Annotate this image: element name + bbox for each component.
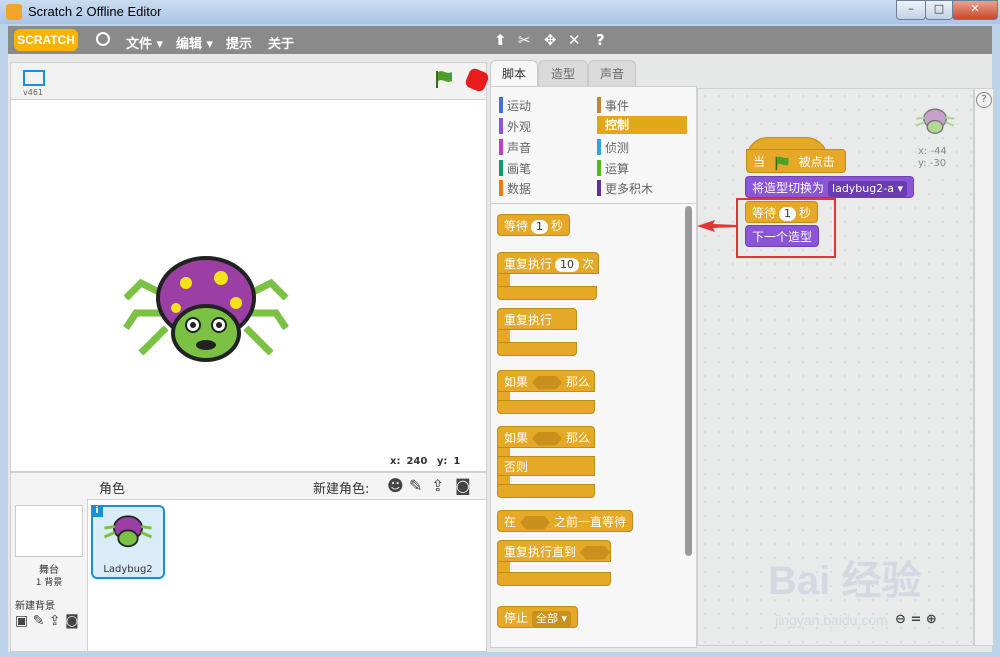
block-wait[interactable]: 等待 1 秒: [497, 214, 571, 236]
upload-sprite-icon[interactable]: ⇪: [431, 476, 444, 495]
block-repeat-until[interactable]: 重复执行直到: [497, 540, 611, 590]
backdrop-library-icon[interactable]: ▣: [15, 613, 28, 629]
scratch-logo[interactable]: SCRATCH: [14, 29, 78, 51]
palette-scrollbar[interactable]: [685, 206, 692, 556]
zoom-out-icon[interactable]: ⊖: [895, 612, 906, 627]
stage-backdrop-count: 1 背景: [35, 578, 63, 588]
sprite-thumb-ladybug: [103, 515, 153, 548]
category-operators[interactable]: 运算: [597, 160, 629, 177]
category-looks[interactable]: 外观: [499, 118, 531, 135]
grow-tool-icon[interactable]: ✥: [544, 31, 557, 49]
sprite-thumbnail[interactable]: i Ladybug2: [91, 505, 165, 579]
stage-header: v461: [11, 63, 491, 100]
info-icon[interactable]: i: [91, 505, 103, 517]
upload-backdrop-icon[interactable]: ⇪: [49, 613, 61, 629]
window-title-bar: Scratch 2 Offline Editor – □ ✕: [0, 0, 1000, 24]
block-if-else[interactable]: 如果 那么 否则: [497, 426, 597, 502]
camera-backdrop-icon[interactable]: ◙: [65, 613, 79, 629]
current-sprite-icon: [915, 108, 955, 134]
stage-thumbnail[interactable]: [15, 505, 83, 557]
tab-costumes[interactable]: 造型: [538, 60, 588, 87]
close-button[interactable]: ✕: [952, 0, 998, 20]
new-sprite-label: 新建角色:: [313, 482, 370, 497]
category-more-blocks[interactable]: 更多积木: [597, 180, 653, 197]
new-backdrop-icons: ▣ ✎ ⇪ ◙: [15, 613, 79, 629]
version-label: v461: [23, 88, 44, 97]
help-icon[interactable]: ?: [976, 92, 992, 108]
block-palette: 运动 外观 声音 画笔 数据 事件 控制 侦测 运算 更多积木 等待 1 秒 重复执…: [490, 86, 697, 648]
stage-name: 舞台: [39, 565, 59, 576]
script-hat-flag-clicked[interactable]: 当 被点击: [746, 137, 846, 175]
language-globe-icon[interactable]: [96, 32, 110, 46]
stage[interactable]: v461: [10, 62, 491, 472]
help-sidebar: ?: [974, 88, 994, 646]
block-wait-until[interactable]: 在之前一直等待: [497, 510, 634, 532]
category-sensing[interactable]: 侦测: [597, 139, 629, 156]
block-repeat[interactable]: 重复执行 10 次: [497, 252, 599, 304]
sprites-title: 角色: [99, 482, 126, 497]
zoom-in-icon[interactable]: ⊕: [926, 612, 937, 627]
block-stop[interactable]: 停止 全部 ▾: [497, 606, 579, 628]
category-events[interactable]: 事件: [597, 97, 629, 114]
help-tool-icon[interactable]: ?: [596, 31, 605, 49]
block-if[interactable]: 如果 那么: [497, 370, 597, 418]
window-title: Scratch 2 Offline Editor: [28, 4, 162, 19]
camera-sprite-icon[interactable]: ◙: [455, 476, 471, 495]
hat-flag-icon: [775, 156, 789, 170]
minimize-button[interactable]: –: [896, 0, 926, 20]
zoom-reset-icon[interactable]: =: [910, 612, 921, 627]
sprite-header: 角色 新建角色: ☻ ✎ ⇪ ◙: [87, 473, 486, 500]
palette-blocks: 等待 1 秒 重复执行 10 次 重复执行 如果 那么 如果 那么 否则 在之前一直等待 重…: [491, 203, 696, 648]
stage-column: 舞台 1 背景 新建背景 ▣ ✎ ⇪ ◙: [11, 473, 88, 651]
ladybug-sprite[interactable]: [121, 253, 291, 363]
menu-bar: SCRATCH 文件 ▾ 编辑 ▾ 提示 关于 ⬆ ✂ ✥ ✕ ?: [8, 26, 992, 54]
maximize-button[interactable]: □: [925, 0, 953, 20]
menu-about[interactable]: 关于: [268, 33, 294, 52]
duplicate-tool-icon[interactable]: ⬆: [494, 31, 507, 49]
tab-sounds[interactable]: 声音: [588, 60, 636, 87]
highlight-box: [736, 198, 836, 258]
category-sound[interactable]: 声音: [499, 139, 531, 156]
sprite-panel: 舞台 1 背景 新建背景 ▣ ✎ ⇪ ◙ 角色 新建角色: ☻ ✎ ⇪ ◙ i …: [10, 472, 487, 652]
sprite-library-icon[interactable]: ☻: [387, 476, 404, 495]
fullscreen-icon[interactable]: [23, 70, 45, 86]
red-arrow-icon: [697, 220, 737, 232]
category-data[interactable]: 数据: [499, 180, 531, 197]
tab-scripts[interactable]: 脚本: [490, 60, 538, 87]
block-forever[interactable]: 重复执行: [497, 308, 597, 360]
zoom-controls: ⊖ = ⊕: [895, 612, 937, 627]
menu-tips[interactable]: 提示: [226, 33, 252, 52]
script-switch-costume[interactable]: 将造型切换为 ladybug2-a ▾: [745, 176, 914, 198]
menu-file[interactable]: 文件 ▾: [126, 33, 163, 52]
green-flag-icon[interactable]: [434, 69, 454, 89]
sprite-position: x: -44 y: -30: [918, 146, 947, 169]
mouse-coords: x: 240 y: 1: [390, 456, 461, 467]
category-control[interactable]: 控制: [597, 116, 687, 134]
new-backdrop-label: 新建背景: [15, 601, 55, 612]
baidu-watermark-url: jingyan.baidu.com: [775, 612, 888, 628]
baidu-watermark: Bai 经验: [768, 559, 922, 603]
menu-edit[interactable]: 编辑 ▾: [176, 33, 213, 52]
shrink-tool-icon[interactable]: ✕: [568, 31, 581, 49]
paint-backdrop-icon[interactable]: ✎: [33, 613, 45, 629]
category-pen[interactable]: 画笔: [499, 160, 531, 177]
delete-tool-icon[interactable]: ✂: [518, 31, 531, 49]
app-icon: [6, 4, 22, 20]
category-motion[interactable]: 运动: [499, 97, 531, 114]
sprite-name: Ladybug2: [103, 564, 153, 575]
stop-icon[interactable]: [463, 66, 491, 94]
paint-sprite-icon[interactable]: ✎: [409, 476, 422, 495]
